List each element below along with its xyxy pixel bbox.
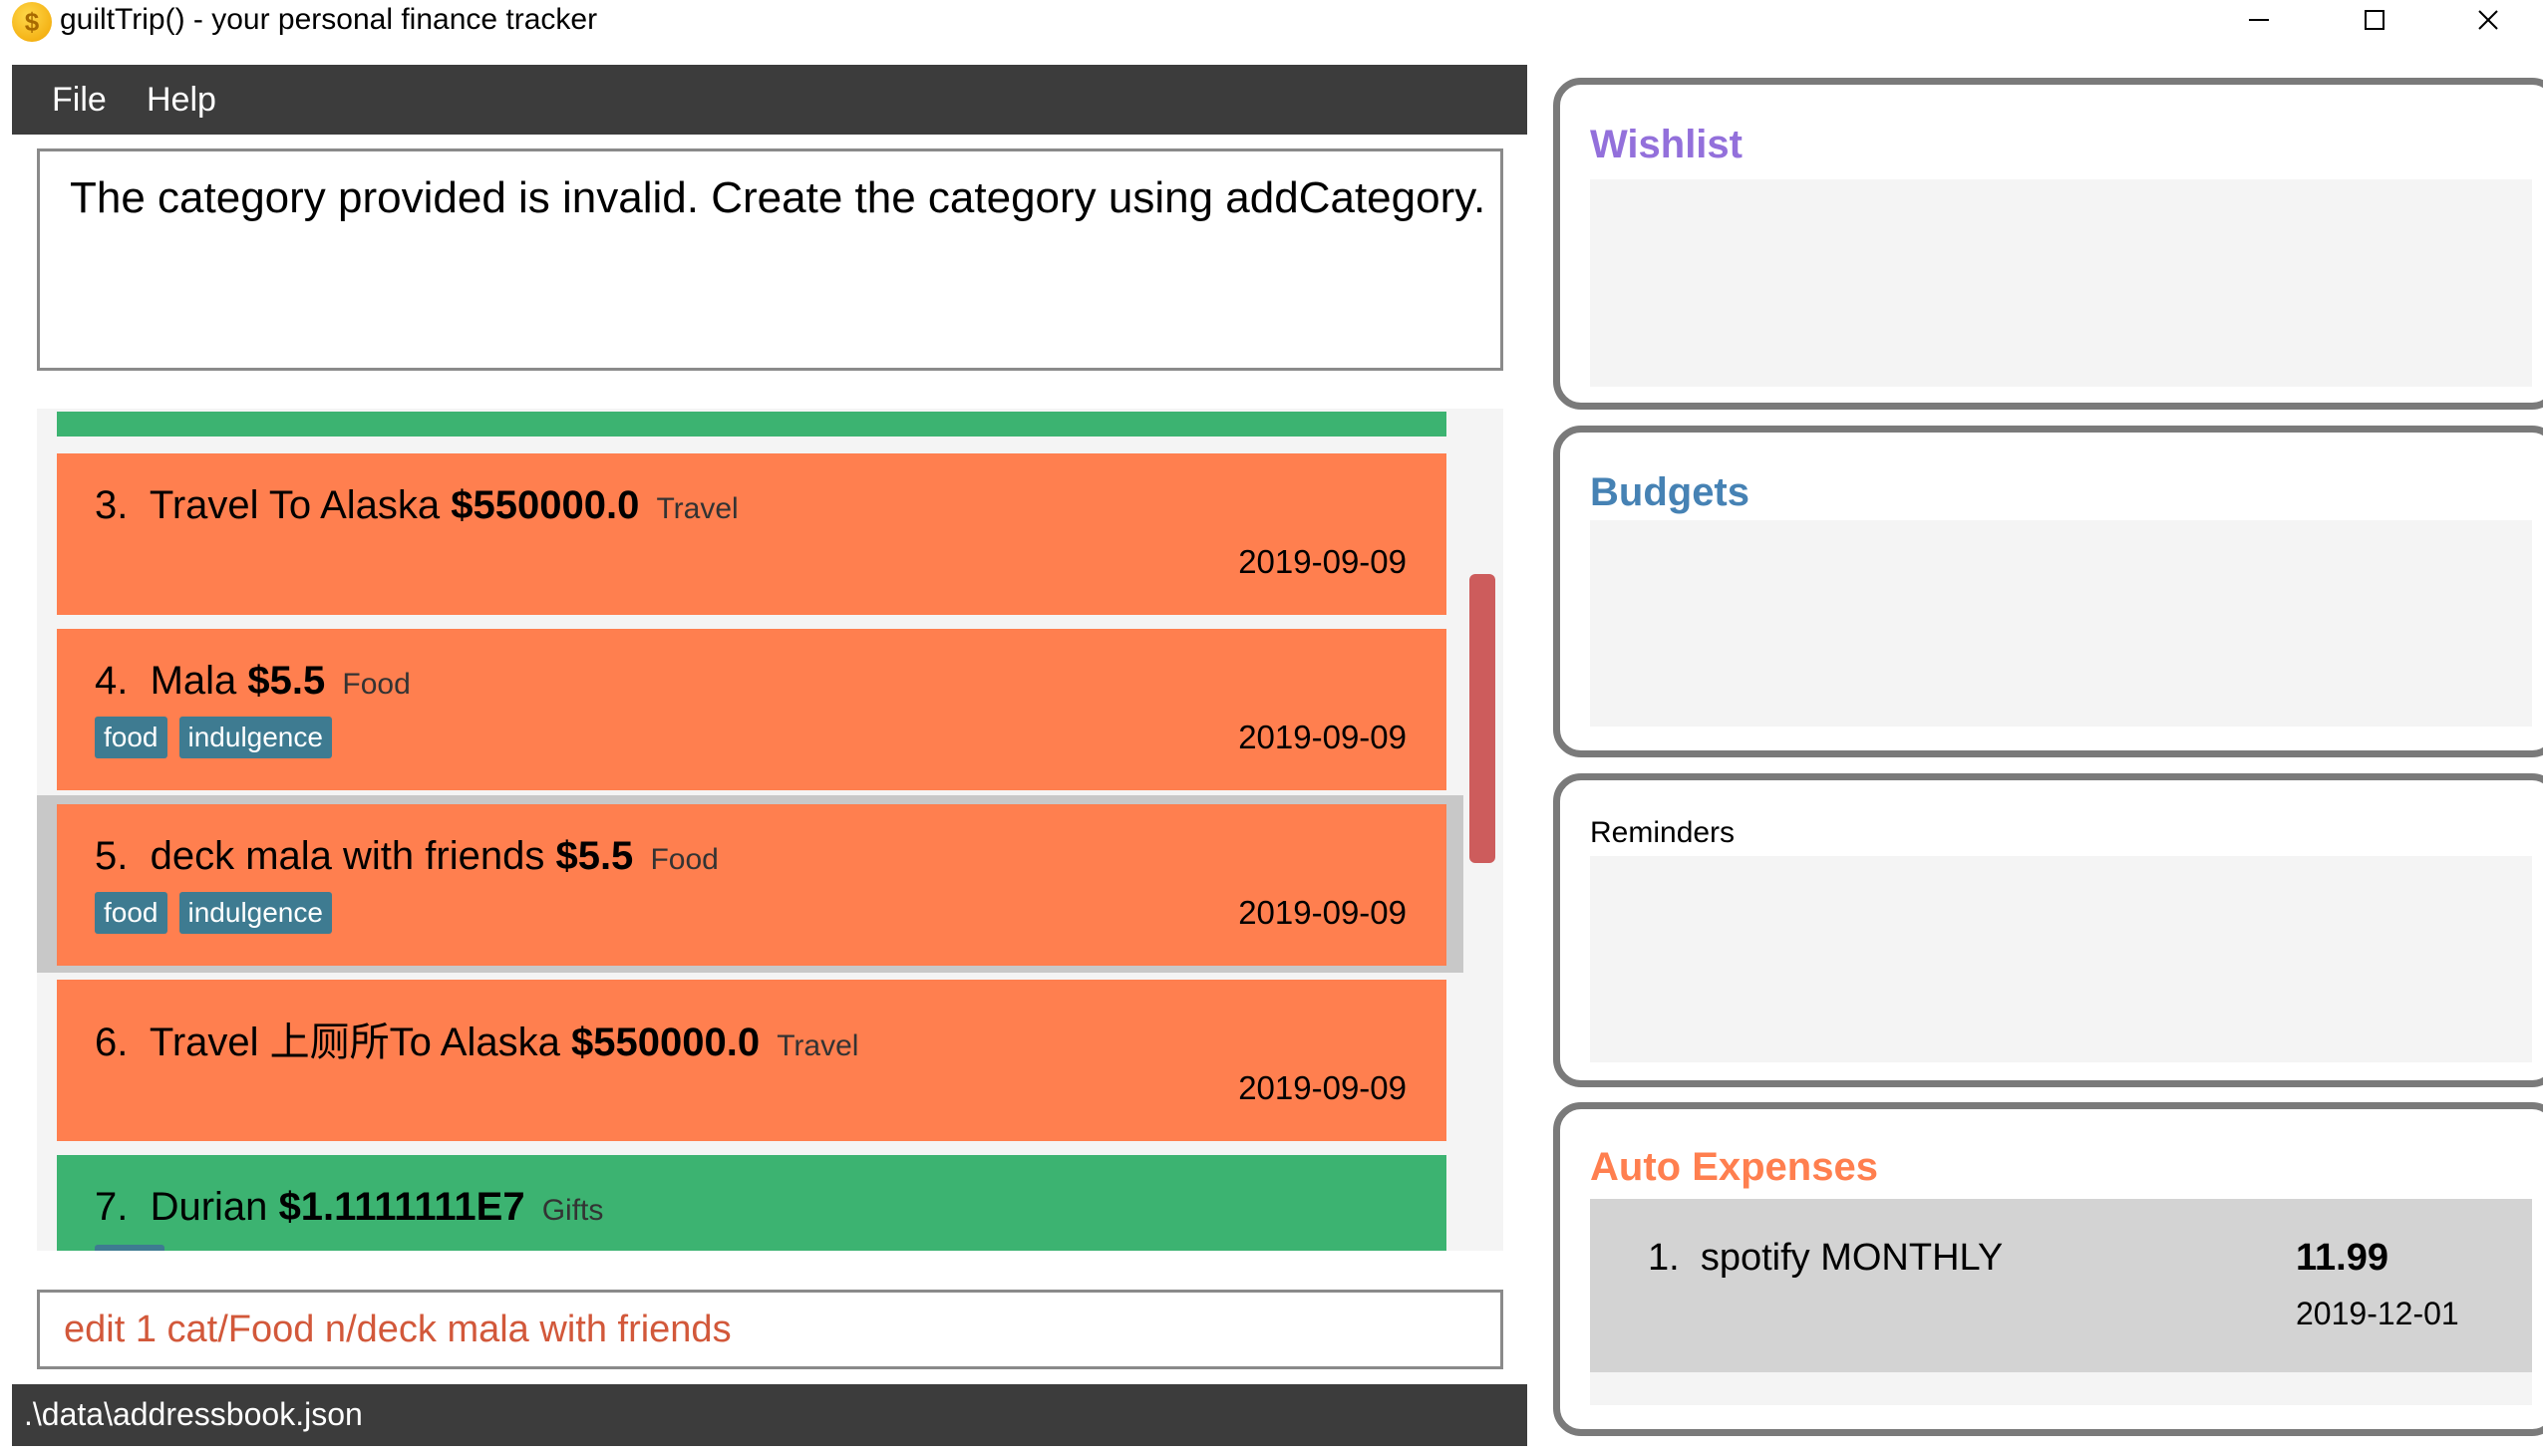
coin-icon: $ [12,2,52,42]
wishlist-panel: Wishlist [1553,78,2543,410]
expense-category: Travel [656,492,739,525]
menu-help[interactable]: Help [147,65,216,135]
auto-expense-description: spotify [1700,1237,1810,1279]
menu-file[interactable]: File [52,65,107,135]
expense-date: 2019-09-09 [1238,543,1407,580]
command-input[interactable]: edit 1 cat/Food n/deck mala with friends [37,1290,1503,1369]
reminders-list [1590,856,2532,1062]
list-item-partial-top[interactable] [57,412,1446,437]
minimize-icon [2249,19,2269,21]
result-display: The category provided is invalid. Create… [37,148,1503,371]
auto-expenses-title: Auto Expenses [1590,1145,1878,1189]
maximize-button[interactable] [2320,0,2429,40]
tag: food [95,717,167,758]
list-scrollbar[interactable] [1469,574,1495,863]
expense-index: 4. [95,659,129,703]
wishlist-list [1590,179,2532,387]
tag: indulgence [178,717,332,758]
expense-index: 5. [95,834,129,878]
expense-index: 6. [95,1020,129,1064]
tag: indulgence [178,892,332,934]
expense-amount: $1.1111111E7 [278,1185,525,1229]
auto-expense-date: 2019-12-01 [2296,1296,2459,1331]
expense-title: 6. Travel 上厕所To Alaska $550000.0 Travel [95,1010,858,1067]
wishlist-title: Wishlist [1590,123,1743,166]
file-path: .\data\addressbook.json [24,1396,363,1432]
expense-title: 4. Mala $5.5 Food [95,659,411,704]
expense-card[interactable]: 6. Travel 上厕所To Alaska $550000.0 Travel … [57,980,1446,1141]
result-message: The category provided is invalid. Create… [70,173,1486,222]
tag: food [95,892,167,934]
expense-name: deck mala with friends [150,834,545,878]
expense-category: Food [650,843,719,876]
command-text[interactable]: edit 1 cat/Food n/deck mala with friends [64,1309,732,1351]
expense-title: 3. Travel To Alaska $550000.0 Travel [95,483,739,528]
expense-index: 7. [95,1185,129,1229]
status-bar: .\data\addressbook.json [12,1384,1527,1446]
auto-expense-index: 1. [1648,1237,1680,1279]
expense-date: 2019-09-09 [1238,719,1407,755]
auto-expense-frequency: MONTHLY [1820,1237,2004,1279]
expense-name: Travel 上厕所To Alaska [149,1020,560,1064]
close-icon [2478,10,2498,30]
tag-list: food indulgence [95,717,332,758]
expense-card[interactable]: 7. Durian $1.1111111E7 Gifts [57,1155,1446,1251]
expense-card[interactable]: 4. Mala $5.5 Food food indulgence 2019-0… [57,629,1446,790]
expense-name: Travel To Alaska [149,483,441,527]
expense-amount: $550000.0 [451,483,640,527]
expense-amount: $5.5 [555,834,634,878]
budgets-title: Budgets [1590,470,1749,514]
expense-name: Mala [150,659,237,703]
expense-date: 2019-09-09 [1238,1069,1407,1106]
expense-category: Travel [777,1029,859,1062]
expense-category: Gifts [541,1194,604,1227]
expense-amount: $550000.0 [570,1020,761,1064]
auto-expenses-panel: Auto Expenses 1. spotify MONTHLY 11.99 2… [1553,1102,2543,1436]
window-title: guiltTrip() - your personal finance trac… [60,3,598,36]
auto-expense-item[interactable]: 1. spotify MONTHLY 11.99 2019-12-01 [1590,1199,2532,1372]
expense-list[interactable]: 3. Travel To Alaska $550000.0 Travel 201… [37,409,1503,1251]
tag [95,1245,164,1251]
expense-amount: $5.5 [247,659,326,703]
minimize-button[interactable] [2204,0,2314,40]
expense-title: 5. deck mala with friends $5.5 Food [95,834,719,879]
budgets-list [1590,520,2532,727]
expense-card-selected[interactable]: 5. deck mala with friends $5.5 Food food… [57,804,1446,966]
reminders-title: Reminders [1590,816,1736,849]
budgets-panel: Budgets [1553,426,2543,757]
expense-category: Food [342,668,411,701]
auto-expense-amount: 11.99 [2296,1237,2388,1279]
menu-bar: File Help [12,65,1527,135]
expense-date: 2019-09-09 [1238,894,1407,931]
title-bar: $ guiltTrip() - your personal finance tr… [0,0,2543,60]
auto-expense-desc-line: 1. spotify MONTHLY [1648,1237,2003,1280]
reminders-panel: Reminders [1553,773,2543,1087]
close-button[interactable] [2433,0,2543,40]
tag-list: food indulgence [95,892,332,934]
expense-name: Durian [150,1185,268,1229]
expense-title: 7. Durian $1.1111111E7 Gifts [95,1185,603,1230]
expense-index: 3. [95,483,129,527]
maximize-icon [2365,10,2384,30]
expense-card[interactable]: 3. Travel To Alaska $550000.0 Travel 201… [57,453,1446,615]
